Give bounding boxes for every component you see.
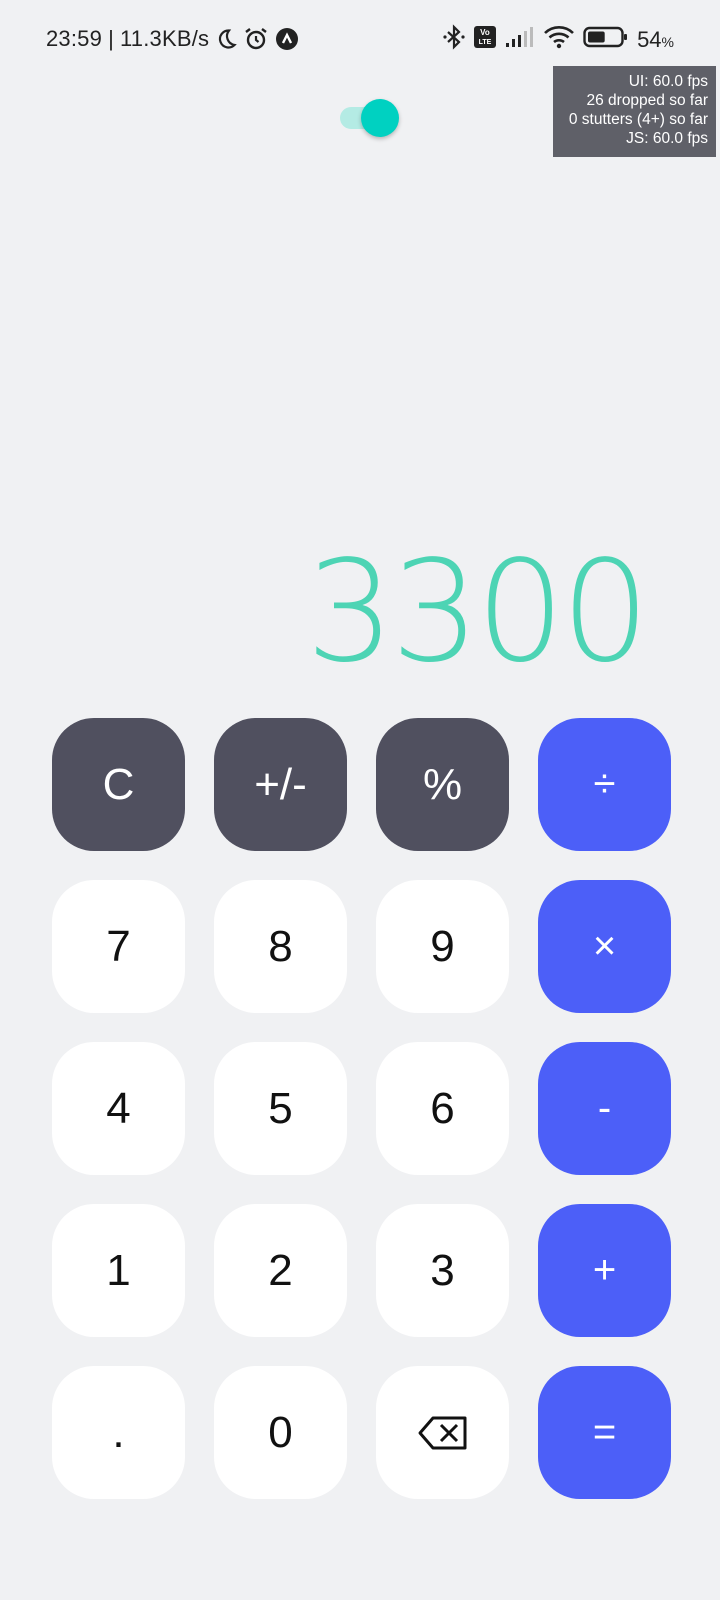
- svg-text:Vo: Vo: [480, 28, 490, 37]
- toggle-thumb: [361, 99, 399, 137]
- battery-value: 54: [637, 27, 662, 52]
- battery-percentage: 54%: [637, 27, 674, 53]
- result-display: 3300: [305, 531, 650, 694]
- fps-js-line: JS: 60.0 fps: [626, 130, 708, 147]
- 0-button[interactable]: 0: [214, 1366, 347, 1499]
- alarm-icon: [243, 26, 269, 52]
- 7-button[interactable]: 7: [52, 880, 185, 1013]
- 9-label: 9: [430, 921, 455, 971]
- equals-button[interactable]: =: [538, 1366, 671, 1499]
- subtract-button[interactable]: -: [538, 1042, 671, 1175]
- network-speed: 11.3KB/s: [119, 26, 210, 51]
- 2-label: 2: [268, 1245, 293, 1295]
- 6-button[interactable]: 6: [376, 1042, 509, 1175]
- 5-label: 5: [268, 1083, 293, 1133]
- 6-label: 6: [430, 1083, 455, 1133]
- backspace-button[interactable]: [376, 1366, 509, 1499]
- bluetooth-icon: [443, 24, 465, 56]
- subtract-label: -: [597, 1086, 612, 1130]
- status-separator: |: [108, 26, 114, 51]
- equals-label: =: [592, 1410, 617, 1454]
- battery-icon: [583, 25, 629, 55]
- add-button[interactable]: +: [538, 1204, 671, 1337]
- 3-button[interactable]: 3: [376, 1204, 509, 1337]
- keypad: C +/-% ÷ 7 8 9 × 4 5 6 - 1 2 3 +. 0 =: [52, 718, 673, 1499]
- signal-icon: [505, 26, 535, 54]
- clear-button[interactable]: C: [52, 718, 185, 851]
- moon-icon: [215, 28, 238, 50]
- 0-label: 0: [268, 1407, 293, 1457]
- status-left: 23:59 | 11.3KB/s: [46, 26, 299, 52]
- 1-button[interactable]: 1: [52, 1204, 185, 1337]
- multiply-label: ×: [592, 924, 617, 968]
- sign-button[interactable]: +/-: [214, 718, 347, 851]
- 5-button[interactable]: 5: [214, 1042, 347, 1175]
- fps-stutters-line: 0 stutters (4+) so far: [568, 111, 708, 128]
- 3-label: 3: [430, 1245, 455, 1295]
- status-time: 23:59: [46, 26, 103, 51]
- clear-label: C: [102, 759, 135, 809]
- svg-text:LTE: LTE: [479, 39, 492, 46]
- decimal-button[interactable]: .: [52, 1366, 185, 1499]
- app-notification-icon: [275, 27, 299, 51]
- fps-ui-line: UI: 60.0 fps: [628, 73, 708, 90]
- 8-label: 8: [268, 921, 293, 971]
- percent-button[interactable]: %: [376, 718, 509, 851]
- 1-label: 1: [106, 1245, 131, 1295]
- divide-label: ÷: [593, 762, 616, 806]
- 8-button[interactable]: 8: [214, 880, 347, 1013]
- status-right: Vo LTE 54%: [443, 24, 674, 56]
- decimal-label: .: [112, 1407, 125, 1457]
- 7-label: 7: [106, 921, 131, 971]
- add-label: +: [592, 1248, 617, 1292]
- volte-icon: Vo LTE: [473, 25, 497, 55]
- 2-button[interactable]: 2: [214, 1204, 347, 1337]
- multiply-button[interactable]: ×: [538, 880, 671, 1013]
- divide-button[interactable]: ÷: [538, 718, 671, 851]
- percent-label: %: [422, 759, 463, 809]
- 4-label: 4: [106, 1083, 131, 1133]
- battery-unit: %: [661, 34, 674, 50]
- 9-button[interactable]: 9: [376, 880, 509, 1013]
- 4-button[interactable]: 4: [52, 1042, 185, 1175]
- theme-toggle-switch[interactable]: [340, 99, 400, 137]
- calculator-screen: 23:59 | 11.3KB/s Vo LTE 54% UI: 60.0 fps…: [0, 0, 720, 1600]
- fps-monitor-overlay: UI: 60.0 fps 26 dropped so far 0 stutter…: [553, 66, 716, 157]
- wifi-icon: [543, 25, 575, 55]
- sign-label: +/-: [254, 759, 307, 809]
- backspace-icon: [418, 1416, 468, 1450]
- fps-dropped-line: 26 dropped so far: [586, 92, 708, 109]
